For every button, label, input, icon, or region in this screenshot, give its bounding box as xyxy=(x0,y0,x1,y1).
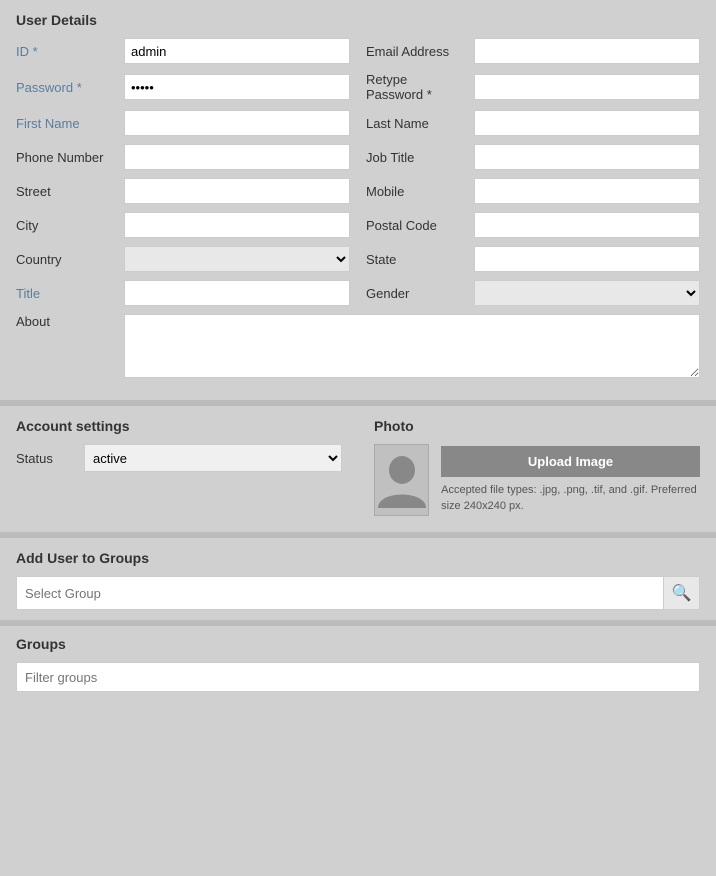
phone-label: Phone Number xyxy=(16,150,116,165)
password-label: Password * xyxy=(16,80,116,95)
account-settings-section: Account settings Status active inactive … xyxy=(0,406,358,532)
password-input[interactable] xyxy=(124,74,350,100)
id-label: ID * xyxy=(16,44,116,59)
groups-filter-row xyxy=(16,662,700,692)
gender-row: Gender Male Female xyxy=(366,280,700,306)
account-photo-row: Account settings Status active inactive … xyxy=(0,406,716,532)
photo-placeholder xyxy=(374,444,429,516)
mobile-label: Mobile xyxy=(366,184,466,199)
title-input[interactable] xyxy=(124,280,350,306)
city-input[interactable] xyxy=(124,212,350,238)
state-row: State xyxy=(366,246,700,272)
photo-info: Upload Image Accepted file types: .jpg, … xyxy=(441,446,700,514)
city-label: City xyxy=(16,218,116,233)
firstname-input[interactable] xyxy=(124,110,350,136)
status-select[interactable]: active inactive pending xyxy=(84,444,342,472)
firstname-row: First Name xyxy=(16,110,350,136)
retype-password-input[interactable] xyxy=(474,74,700,100)
street-label: Street xyxy=(16,184,116,199)
title-label: Title xyxy=(16,286,116,301)
groups-section: Groups xyxy=(0,626,716,708)
gender-select[interactable]: Male Female xyxy=(474,280,700,306)
jobtitle-input[interactable] xyxy=(474,144,700,170)
jobtitle-row: Job Title xyxy=(366,144,700,170)
state-input[interactable] xyxy=(474,246,700,272)
photo-hint: Accepted file types: .jpg, .png, .tif, a… xyxy=(441,483,700,514)
user-details-form: ID * Email Address Password * Retype Pas… xyxy=(16,38,700,378)
upload-image-button[interactable]: Upload Image xyxy=(441,446,700,477)
city-row: City xyxy=(16,212,350,238)
account-settings-title: Account settings xyxy=(16,418,342,434)
email-label: Email Address xyxy=(366,44,466,59)
lastname-input[interactable] xyxy=(474,110,700,136)
street-row: Street xyxy=(16,178,350,204)
about-label: About xyxy=(16,314,116,329)
email-row: Email Address xyxy=(366,38,700,64)
country-select[interactable] xyxy=(124,246,350,272)
photo-title: Photo xyxy=(374,418,700,434)
id-input[interactable] xyxy=(124,38,350,64)
status-label: Status xyxy=(16,451,76,466)
country-label: Country xyxy=(16,252,116,267)
state-label: State xyxy=(366,252,466,267)
firstname-label: First Name xyxy=(16,116,116,131)
mobile-row: Mobile xyxy=(366,178,700,204)
search-icon: 🔍 xyxy=(672,583,692,603)
country-row: Country xyxy=(16,246,350,272)
search-group-button[interactable]: 🔍 xyxy=(663,577,699,609)
about-textarea[interactable] xyxy=(124,314,700,378)
user-avatar-icon xyxy=(378,452,426,508)
jobtitle-label: Job Title xyxy=(366,150,466,165)
email-input[interactable] xyxy=(474,38,700,64)
photo-section: Photo Upload Image Accepted file types: … xyxy=(358,406,716,532)
title-row: Title xyxy=(16,280,350,306)
add-groups-title: Add User to Groups xyxy=(16,550,700,566)
phone-input[interactable] xyxy=(124,144,350,170)
lastname-label: Last Name xyxy=(366,116,466,131)
gender-label: Gender xyxy=(366,286,466,301)
groups-title: Groups xyxy=(16,636,700,652)
user-details-title: User Details xyxy=(16,12,700,28)
id-row: ID * xyxy=(16,38,350,64)
retype-password-row: Retype Password * xyxy=(366,72,700,102)
postalcode-label: Postal Code xyxy=(366,218,466,233)
postalcode-input[interactable] xyxy=(474,212,700,238)
select-group-input[interactable] xyxy=(17,577,663,609)
retype-password-label: Retype Password * xyxy=(366,72,466,102)
add-user-to-groups-section: Add User to Groups 🔍 xyxy=(0,538,716,620)
postalcode-row: Postal Code xyxy=(366,212,700,238)
filter-groups-input[interactable] xyxy=(16,662,700,692)
street-input[interactable] xyxy=(124,178,350,204)
groups-search-row: 🔍 xyxy=(16,576,700,610)
user-details-section: User Details ID * Email Address Password… xyxy=(0,0,716,394)
mobile-input[interactable] xyxy=(474,178,700,204)
phone-row: Phone Number xyxy=(16,144,350,170)
status-row: Status active inactive pending xyxy=(16,444,342,472)
about-row: About xyxy=(16,314,700,378)
password-row: Password * xyxy=(16,72,350,102)
photo-container: Upload Image Accepted file types: .jpg, … xyxy=(374,444,700,516)
lastname-row: Last Name xyxy=(366,110,700,136)
